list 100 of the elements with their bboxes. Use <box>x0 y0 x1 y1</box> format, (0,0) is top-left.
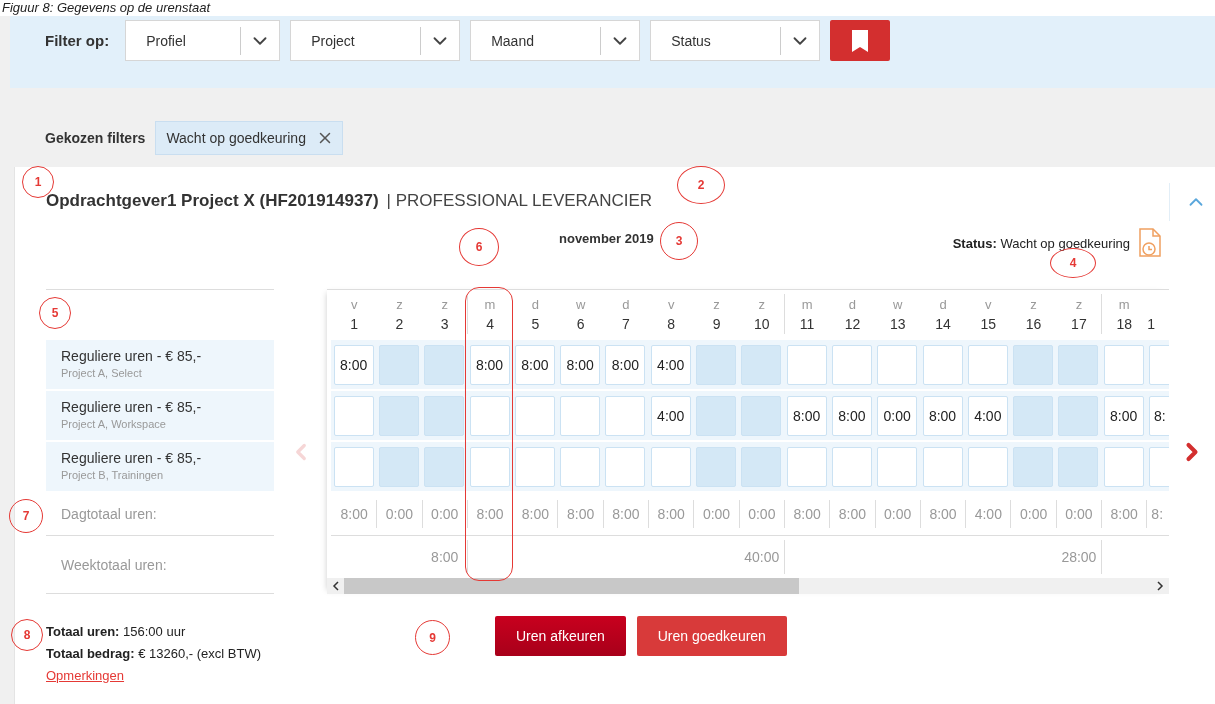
week-total-label: Weektotaal uren: <box>46 536 274 594</box>
weekday-label: z <box>1075 297 1083 312</box>
hours-field[interactable] <box>424 395 465 436</box>
hours-field[interactable] <box>967 344 1008 385</box>
hours-field[interactable] <box>1013 395 1054 436</box>
filter-dropdown[interactable]: Project <box>290 20 461 61</box>
row-subtitle: Project B, Trainingen <box>61 469 165 481</box>
hours-field[interactable]: 4:00 <box>650 344 691 385</box>
day-total: 8: <box>1146 500 1169 528</box>
weekday-label: m <box>484 297 496 312</box>
hours-field[interactable] <box>560 395 601 436</box>
hours-field[interactable] <box>378 446 419 487</box>
day-number: 9 <box>712 316 721 332</box>
filter-dropdown[interactable]: Status <box>650 20 821 61</box>
day-number: 17 <box>1071 316 1087 332</box>
hours-field[interactable] <box>786 344 827 385</box>
hours-field[interactable]: 8:00 <box>514 344 555 385</box>
hours-field[interactable] <box>1103 446 1144 487</box>
hours-field[interactable] <box>514 446 555 487</box>
day-total: 8:00 <box>466 500 513 528</box>
reject-button[interactable]: Uren afkeuren <box>495 616 626 656</box>
hours-field[interactable] <box>469 446 510 487</box>
filter-chip[interactable]: Wacht op goedkeuring <box>155 120 343 155</box>
hours-field[interactable] <box>1058 395 1099 436</box>
hours-field[interactable] <box>1103 344 1144 385</box>
scroll-right-icon[interactable] <box>1155 581 1165 591</box>
hours-field[interactable] <box>469 395 510 436</box>
day-total: 8:00 <box>602 500 649 528</box>
filter-label: Filter op: <box>45 32 110 49</box>
hours-field[interactable] <box>877 446 918 487</box>
scroll-left-icon[interactable] <box>331 581 341 591</box>
hours-field[interactable] <box>967 446 1008 487</box>
hours-field[interactable]: 8:00 <box>605 344 646 385</box>
day-number: 1 <box>1147 316 1156 332</box>
hours-field[interactable] <box>741 395 782 436</box>
weekday-label: d <box>531 297 539 312</box>
hours-field[interactable] <box>378 344 419 385</box>
hours-field[interactable] <box>514 395 555 436</box>
day-total: 0:00 <box>693 500 739 528</box>
hours-field[interactable] <box>922 344 963 385</box>
export-button[interactable] <box>830 20 891 61</box>
hours-field[interactable] <box>696 344 736 385</box>
row-subtitle: Project A, Workspace <box>61 418 167 430</box>
hours-field[interactable]: 4:00 <box>650 395 691 436</box>
hours-field[interactable]: 8:00 <box>786 395 827 436</box>
hours-field[interactable]: 8:00 <box>560 344 601 385</box>
day-number: 16 <box>1025 316 1042 332</box>
filter-dropdown[interactable]: Profiel <box>125 20 281 61</box>
weekday-label: w <box>575 297 586 312</box>
row-subtitle: Project A, Select <box>61 367 143 379</box>
hours-field[interactable] <box>333 446 374 487</box>
approve-button[interactable]: Uren goedkeuren <box>636 616 787 656</box>
weekday-label: m <box>1118 297 1130 312</box>
hours-field[interactable] <box>696 395 736 436</box>
day-number: 10 <box>754 316 770 332</box>
hours-field[interactable] <box>922 446 963 487</box>
hours-field[interactable] <box>333 395 374 436</box>
week-total: 8:00 <box>430 548 460 567</box>
hours-field[interactable] <box>741 344 782 385</box>
weekday-label: v <box>350 297 358 312</box>
day-total: 0:00 <box>738 500 784 528</box>
day-number: 8 <box>667 316 676 332</box>
hours-field[interactable] <box>696 446 736 487</box>
day-number: 1 <box>350 316 359 332</box>
hours-field[interactable] <box>831 344 872 385</box>
document-clock-icon <box>1138 228 1162 258</box>
hours-field[interactable]: 8:00 <box>831 395 872 436</box>
day-total: 8:00 <box>919 500 966 528</box>
day-number: 4 <box>486 316 494 332</box>
hours-field[interactable] <box>741 446 782 487</box>
hours-field[interactable] <box>877 344 918 385</box>
hours-field[interactable] <box>1058 344 1099 385</box>
row-title: Reguliere uren - € 85,- <box>61 450 203 466</box>
day-total-label: Dagtotaal uren: <box>46 493 274 536</box>
hours-field[interactable]: 4:00 <box>967 395 1008 436</box>
hours-field[interactable] <box>560 446 601 487</box>
horizontal-scrollbar[interactable] <box>327 578 1169 594</box>
hours-field[interactable] <box>378 395 419 436</box>
weekday-label: z <box>758 297 766 312</box>
hours-field[interactable] <box>1013 446 1054 487</box>
hours-field[interactable]: 8:00 <box>922 395 963 436</box>
hours-field[interactable] <box>786 446 827 487</box>
month-label: november 2019 <box>559 230 654 246</box>
hours-field[interactable]: 8: <box>1149 395 1169 436</box>
hours-field[interactable] <box>605 446 646 487</box>
hours-field[interactable]: 8:00 <box>333 344 374 385</box>
hours-field[interactable] <box>424 446 465 487</box>
hours-field[interactable] <box>831 446 872 487</box>
hours-field[interactable]: 8:00 <box>469 344 510 385</box>
hours-field[interactable] <box>650 446 691 487</box>
day-total: 8:00 <box>339 505 369 524</box>
hours-field[interactable] <box>1013 344 1054 385</box>
filter-dropdown[interactable]: Maand <box>470 20 641 61</box>
remarks-link[interactable]: Opmerkingen <box>46 668 125 683</box>
hours-field[interactable]: 8:00 <box>1103 395 1144 436</box>
hours-field[interactable] <box>1058 446 1099 487</box>
day-total: 8:00 <box>648 500 694 528</box>
hours-field[interactable]: 0:00 <box>877 395 918 436</box>
hours-field[interactable] <box>424 344 465 385</box>
hours-field[interactable] <box>605 395 646 436</box>
